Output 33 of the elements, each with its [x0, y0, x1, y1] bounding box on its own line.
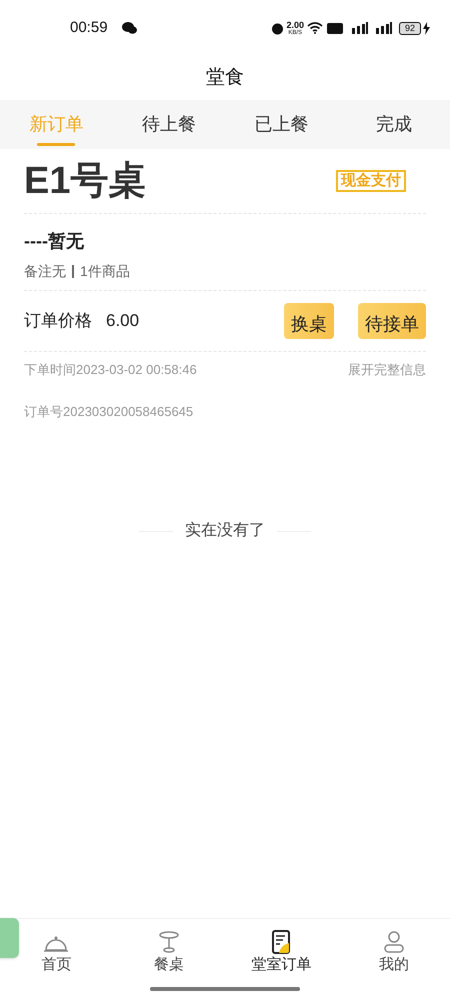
nav-item[interactable]: 堂室订单: [251, 919, 312, 978]
item-count: 1件商品: [80, 262, 130, 281]
action-button[interactable]: 待接单: [358, 303, 426, 339]
charging-icon: [423, 22, 430, 34]
tab[interactable]: 已上餐: [225, 100, 338, 149]
action-button[interactable]: 换桌: [284, 303, 334, 339]
document-icon: [271, 930, 292, 954]
floating-button[interactable]: [0, 918, 19, 958]
table-icon: [156, 930, 181, 954]
nav-item[interactable]: 餐桌: [154, 919, 184, 978]
order-note: 备注无: [24, 262, 66, 281]
price-label: 订单价格: [24, 310, 92, 332]
end-of-list-text: 实在没有了: [185, 520, 265, 541]
order-number: 订单号202303020058465645: [24, 402, 194, 420]
order-price: 6.00: [106, 310, 140, 332]
signal-icon: [374, 22, 393, 34]
tab[interactable]: 完成: [338, 100, 450, 149]
chat-icon: [122, 22, 137, 34]
customer-name: ----暂无: [24, 230, 85, 253]
table-name: E1号桌: [24, 158, 146, 204]
user-icon: [382, 930, 405, 954]
order-time: 下单时间2023-03-02 00:58:46: [24, 361, 197, 379]
signal-icon: [350, 22, 369, 34]
clock: 00:59: [70, 18, 108, 38]
tab-indicator: [37, 143, 76, 146]
network-speed: 2.00: [286, 20, 304, 30]
battery-level: 92: [398, 22, 421, 34]
nav-item[interactable]: 首页: [41, 919, 72, 978]
nav-item[interactable]: 我的: [378, 919, 409, 978]
wifi-icon: [306, 22, 323, 34]
tab[interactable]: 待上餐: [112, 100, 225, 149]
page-title: 堂食: [206, 66, 244, 90]
payment-tag: 现金支付: [336, 170, 406, 192]
